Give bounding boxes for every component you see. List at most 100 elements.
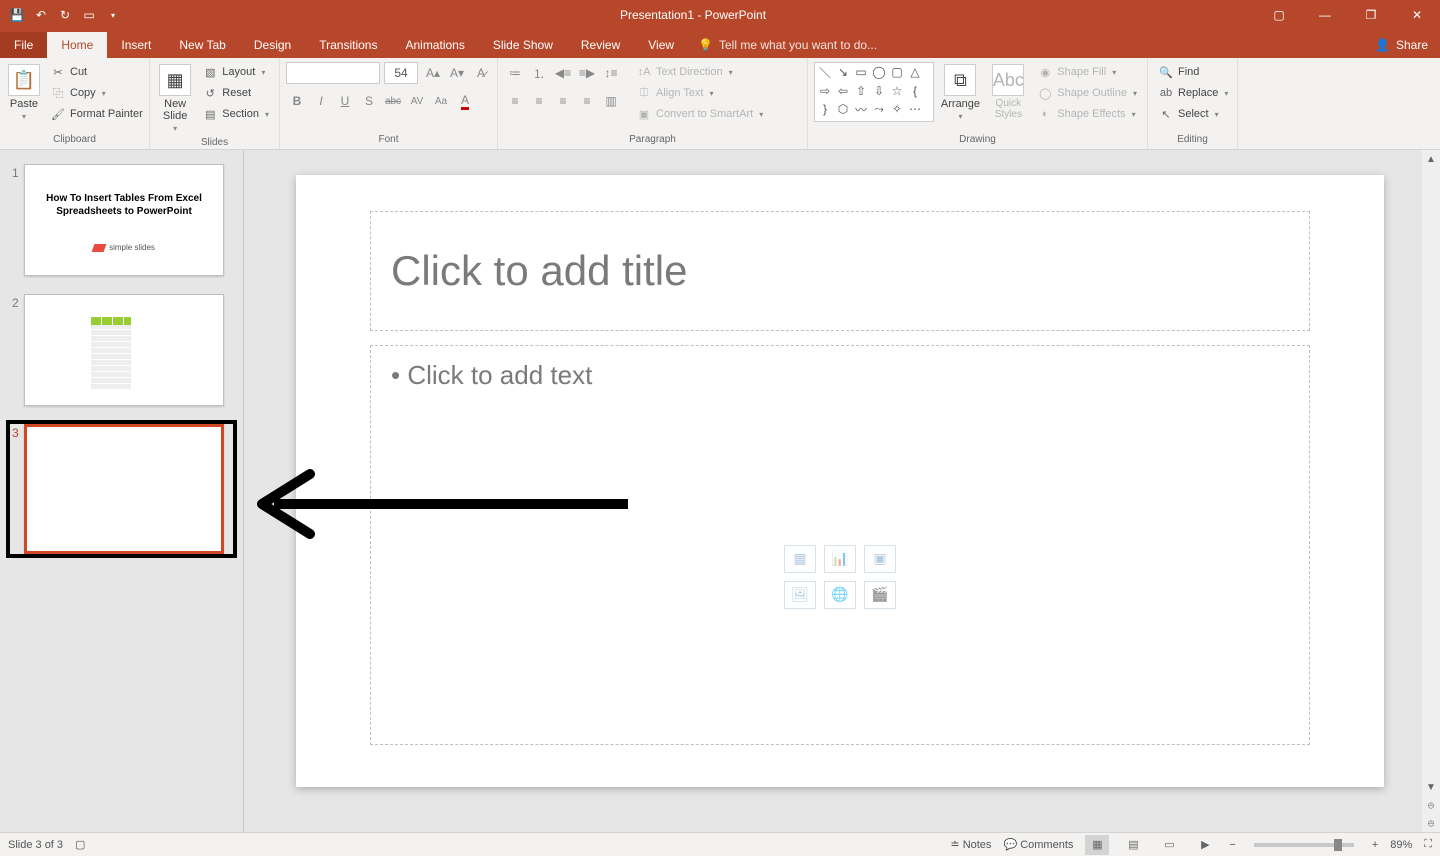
maximize-icon[interactable]: ❐ (1348, 0, 1394, 30)
italic-button[interactable]: I (310, 90, 332, 112)
underline-button[interactable]: U (334, 90, 356, 112)
shape-rect-icon[interactable]: ▭ (853, 65, 869, 79)
bold-button[interactable]: B (286, 90, 308, 112)
tab-view[interactable]: View (634, 32, 688, 58)
justify-button[interactable]: ≡ (576, 90, 598, 112)
shape-arrow-down-icon[interactable]: ⇩ (871, 84, 887, 98)
tab-newtab[interactable]: New Tab (165, 32, 239, 58)
insert-chart-icon[interactable]: 📊 (824, 545, 856, 573)
slide-thumbnail[interactable]: 3 (10, 424, 233, 554)
zoom-slider[interactable] (1254, 843, 1354, 847)
scroll-down-icon[interactable]: ▼ (1422, 778, 1440, 796)
slideshow-view-icon[interactable]: ▶ (1193, 835, 1217, 855)
zoom-out-icon[interactable]: − (1229, 839, 1235, 851)
text-direction-button[interactable]: ↕AText Direction▾ (632, 62, 767, 82)
columns-button[interactable]: ▥ (600, 90, 622, 112)
shape-triangle-icon[interactable]: △ (907, 65, 923, 79)
shapes-gallery[interactable]: ＼ ↘ ▭ ◯ ▢ △ ⇨ ⇦ ⇧ ⇩ ☆ { } ⬡ 〰 ⤳ ✧ ⋯ (814, 62, 934, 122)
share-button[interactable]: 👤 Share (1363, 32, 1440, 58)
zoom-in-icon[interactable]: + (1372, 839, 1378, 851)
minimize-icon[interactable]: — (1302, 0, 1348, 30)
section-button[interactable]: ▤Section▾ (198, 104, 273, 124)
paste-button[interactable]: 📋 Paste ▾ (6, 62, 42, 123)
bullets-button[interactable]: ≔ (504, 62, 526, 84)
scroll-track[interactable] (1422, 168, 1440, 778)
cut-button[interactable]: ✂Cut (46, 62, 147, 82)
save-icon[interactable]: 💾 (8, 6, 26, 24)
font-family-input[interactable] (286, 62, 380, 84)
decrease-font-icon[interactable]: A▾ (446, 62, 468, 84)
tab-home[interactable]: Home (47, 32, 107, 58)
layout-button[interactable]: ▧Layout▾ (198, 62, 273, 82)
insert-online-pictures-icon[interactable]: 🌐 (824, 581, 856, 609)
replace-button[interactable]: abReplace▾ (1154, 83, 1232, 103)
shape-outline-button[interactable]: ◯Shape Outline▾ (1033, 83, 1141, 103)
font-color-button[interactable]: A (454, 90, 476, 112)
shape-line-icon[interactable]: ＼ (817, 65, 833, 79)
tab-animations[interactable]: Animations (391, 32, 478, 58)
close-icon[interactable]: ✕ (1394, 0, 1440, 30)
notes-button[interactable]: ≐ Notes (950, 838, 991, 851)
align-left-button[interactable]: ≡ (504, 90, 526, 112)
spell-check-icon[interactable]: ▢ (75, 838, 85, 851)
start-from-beginning-icon[interactable]: ▭ (80, 6, 98, 24)
zoom-handle[interactable] (1334, 839, 1342, 851)
decrease-indent-button[interactable]: ◀≡ (552, 62, 574, 84)
next-slide-icon[interactable]: ⦺ (1422, 814, 1440, 832)
reset-button[interactable]: ↺Reset (198, 83, 273, 103)
undo-icon[interactable]: ↶ (32, 6, 50, 24)
tab-review[interactable]: Review (567, 32, 634, 58)
align-center-button[interactable]: ≡ (528, 90, 550, 112)
insert-smartart-icon[interactable]: ▣ (864, 545, 896, 573)
shape-brace-right-icon[interactable]: } (817, 102, 833, 116)
shape-freeform-icon[interactable]: ✧ (889, 102, 905, 116)
slide-canvas-area[interactable]: Click to add title • Click to add text ▦… (244, 150, 1440, 832)
shape-arrow-left-icon[interactable]: ⇦ (835, 84, 851, 98)
change-case-button[interactable]: Aa (430, 90, 452, 112)
tab-design[interactable]: Design (240, 32, 305, 58)
shape-more-icon[interactable]: ⋯ (907, 102, 923, 116)
shape-hexagon-icon[interactable]: ⬡ (835, 102, 851, 116)
content-placeholder[interactable]: • Click to add text ▦ 📊 ▣ 🖼 🌐 🎬 (370, 345, 1310, 745)
slide-thumbnail[interactable]: 2 (10, 294, 233, 406)
insert-pictures-icon[interactable]: 🖼 (784, 581, 816, 609)
title-placeholder[interactable]: Click to add title (370, 211, 1310, 331)
insert-video-icon[interactable]: 🎬 (864, 581, 896, 609)
shape-brace-left-icon[interactable]: { (907, 84, 923, 98)
find-button[interactable]: 🔍Find (1154, 62, 1232, 82)
strikethrough-button[interactable]: abc (382, 90, 404, 112)
shape-rounded-rect-icon[interactable]: ▢ (889, 65, 905, 79)
shape-line-arrow-icon[interactable]: ↘ (835, 65, 851, 79)
line-spacing-button[interactable]: ↕≡ (600, 62, 622, 84)
ribbon-display-options-icon[interactable]: ▢ (1256, 0, 1302, 30)
shape-fill-button[interactable]: ◉Shape Fill▾ (1033, 62, 1141, 82)
shape-curve-icon[interactable]: 〰 (853, 102, 869, 116)
select-button[interactable]: ↖Select▾ (1154, 104, 1232, 124)
format-painter-button[interactable]: 🖌Format Painter (46, 104, 147, 124)
slide-sorter-view-icon[interactable]: ▤ (1121, 835, 1145, 855)
tell-me-search[interactable]: 💡 Tell me what you want to do... (688, 32, 887, 58)
new-slide-button[interactable]: ▦ New Slide ▾ (156, 62, 194, 135)
slide-canvas[interactable]: Click to add title • Click to add text ▦… (296, 175, 1384, 787)
arrange-button[interactable]: ⧉ Arrange ▾ (938, 62, 984, 123)
insert-table-icon[interactable]: ▦ (784, 545, 816, 573)
comments-button[interactable]: 💬 Comments (1003, 838, 1073, 851)
numbering-button[interactable]: ⒈ (528, 62, 550, 84)
char-spacing-button[interactable]: AV (406, 90, 428, 112)
slide-thumbnails-panel[interactable]: 1 How To Insert Tables From Excel Spread… (0, 150, 244, 832)
shape-arrow-up-icon[interactable]: ⇧ (853, 84, 869, 98)
clear-formatting-icon[interactable]: A̷ (470, 62, 492, 84)
zoom-level[interactable]: 89% (1390, 839, 1412, 851)
shape-oval-icon[interactable]: ◯ (871, 65, 887, 79)
slide-thumbnail[interactable]: 1 How To Insert Tables From Excel Spread… (10, 164, 233, 276)
scroll-up-icon[interactable]: ▲ (1422, 150, 1440, 168)
text-shadow-button[interactable]: S (358, 90, 380, 112)
slide-counter[interactable]: Slide 3 of 3 (8, 839, 63, 851)
quick-styles-button[interactable]: Abc Quick Styles (987, 62, 1029, 122)
tab-slideshow[interactable]: Slide Show (479, 32, 567, 58)
normal-view-icon[interactable]: ▦ (1085, 835, 1109, 855)
previous-slide-icon[interactable]: ⦺ (1422, 796, 1440, 814)
copy-button[interactable]: ⿻Copy▾ (46, 83, 147, 103)
shape-connector-icon[interactable]: ⤳ (871, 102, 887, 116)
align-right-button[interactable]: ≡ (552, 90, 574, 112)
